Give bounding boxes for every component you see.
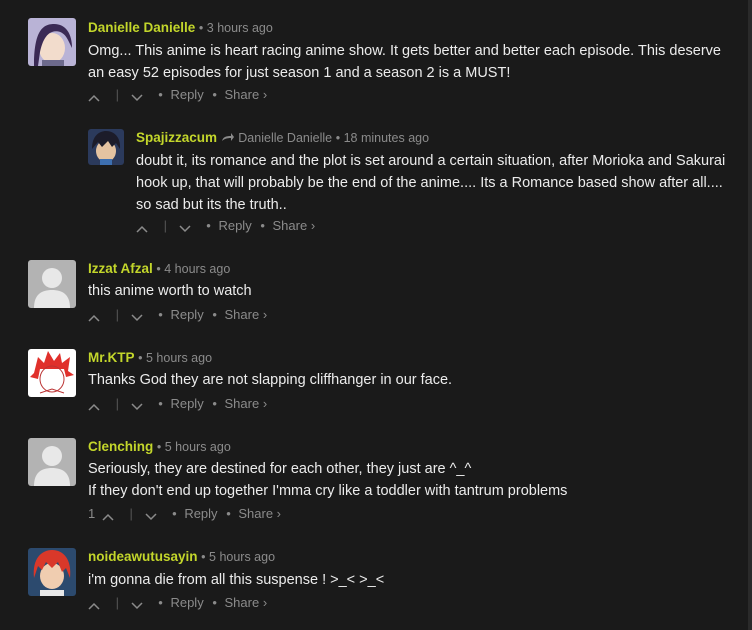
comment-header: Mr.KTP • 5 hours ago [88, 350, 213, 365]
comment-header: Izzat Afzal • 4 hours ago [88, 261, 231, 276]
chevron-up-icon[interactable] [88, 598, 102, 610]
reply-button[interactable]: Reply [170, 307, 203, 322]
share-button[interactable]: Share › [238, 506, 281, 521]
reply-arrow-icon [221, 130, 235, 145]
chevron-up-icon[interactable] [102, 509, 116, 521]
reply-button[interactable]: Reply [170, 87, 203, 102]
comment-header: Clenching • 5 hours ago [88, 439, 231, 454]
chevron-up-icon[interactable] [88, 90, 102, 102]
chevron-up-icon[interactable] [88, 310, 102, 322]
vote-count: 1 [88, 506, 96, 522]
avatar[interactable] [28, 349, 76, 397]
comment-actions: | • Reply • Share › [136, 217, 315, 233]
author-name[interactable]: Mr.KTP [88, 350, 135, 365]
share-button[interactable]: Share › [225, 87, 268, 102]
comment-body: Omg... This anime is heart racing anime … [88, 43, 721, 81]
avatar[interactable] [28, 260, 76, 308]
comment-header: noideawutusayin • 5 hours ago [88, 549, 276, 564]
timestamp[interactable]: 5 hours ago [209, 550, 275, 564]
avatar[interactable] [28, 18, 76, 66]
avatar[interactable] [88, 129, 124, 165]
comment-body: Thanks God they are not slapping cliffha… [88, 372, 453, 388]
share-button[interactable]: Share › [225, 595, 268, 610]
timestamp[interactable]: 5 hours ago [146, 351, 212, 365]
comment-body: doubt it, its romance and the plot is se… [136, 153, 726, 213]
comment-body: i'm gonna die from all this suspense ! >… [88, 572, 385, 588]
scrollbar[interactable] [748, 0, 752, 630]
comment-actions: | • Reply • Share › [88, 86, 267, 102]
comment-actions: | • Reply • Share › [88, 306, 267, 322]
chevron-down-icon[interactable] [131, 310, 145, 321]
share-button[interactable]: Share › [225, 396, 268, 411]
author-name[interactable]: Spajizzacum [136, 130, 217, 145]
avatar[interactable] [28, 548, 76, 596]
comment-body: this anime worth to watch [88, 283, 252, 299]
reply-button[interactable]: Reply [218, 218, 251, 233]
timestamp[interactable]: 5 hours ago [165, 440, 231, 454]
timestamp[interactable]: 18 minutes ago [344, 131, 429, 145]
chevron-down-icon[interactable] [144, 509, 159, 520]
comment-actions: | • Reply • Share › [88, 594, 267, 610]
reply-button[interactable]: Reply [170, 595, 203, 610]
share-button[interactable]: Share › [225, 307, 268, 322]
timestamp[interactable]: 3 hours ago [207, 21, 273, 35]
reply-button[interactable]: Reply [170, 396, 203, 411]
author-name[interactable]: Danielle Danielle [88, 20, 195, 35]
chevron-down-icon[interactable] [179, 221, 193, 232]
author-name[interactable]: noideawutusayin [88, 549, 198, 564]
comment-actions: | • Reply • Share › [88, 395, 267, 411]
comment-actions: 1 | • Reply • Share › [88, 506, 282, 522]
chevron-down-icon[interactable] [131, 399, 145, 410]
comment-body: Seriously, they are destined for each ot… [88, 461, 568, 499]
chevron-up-icon[interactable] [88, 399, 102, 411]
chevron-down-icon[interactable] [131, 598, 145, 609]
author-name[interactable]: Izzat Afzal [88, 261, 153, 276]
share-button[interactable]: Share › [273, 218, 316, 233]
reply-button[interactable]: Reply [184, 506, 217, 521]
avatar[interactable] [28, 438, 76, 486]
author-name[interactable]: Clenching [88, 439, 153, 454]
chevron-down-icon[interactable] [131, 90, 145, 101]
timestamp[interactable]: 4 hours ago [164, 262, 230, 276]
chevron-up-icon[interactable] [136, 221, 150, 233]
comment-header: Danielle Danielle • 3 hours ago [88, 20, 273, 35]
comment-header: Spajizzacum Danielle Danielle • 18 minut… [136, 130, 430, 145]
reply-to-name[interactable]: Danielle Danielle [238, 131, 332, 145]
